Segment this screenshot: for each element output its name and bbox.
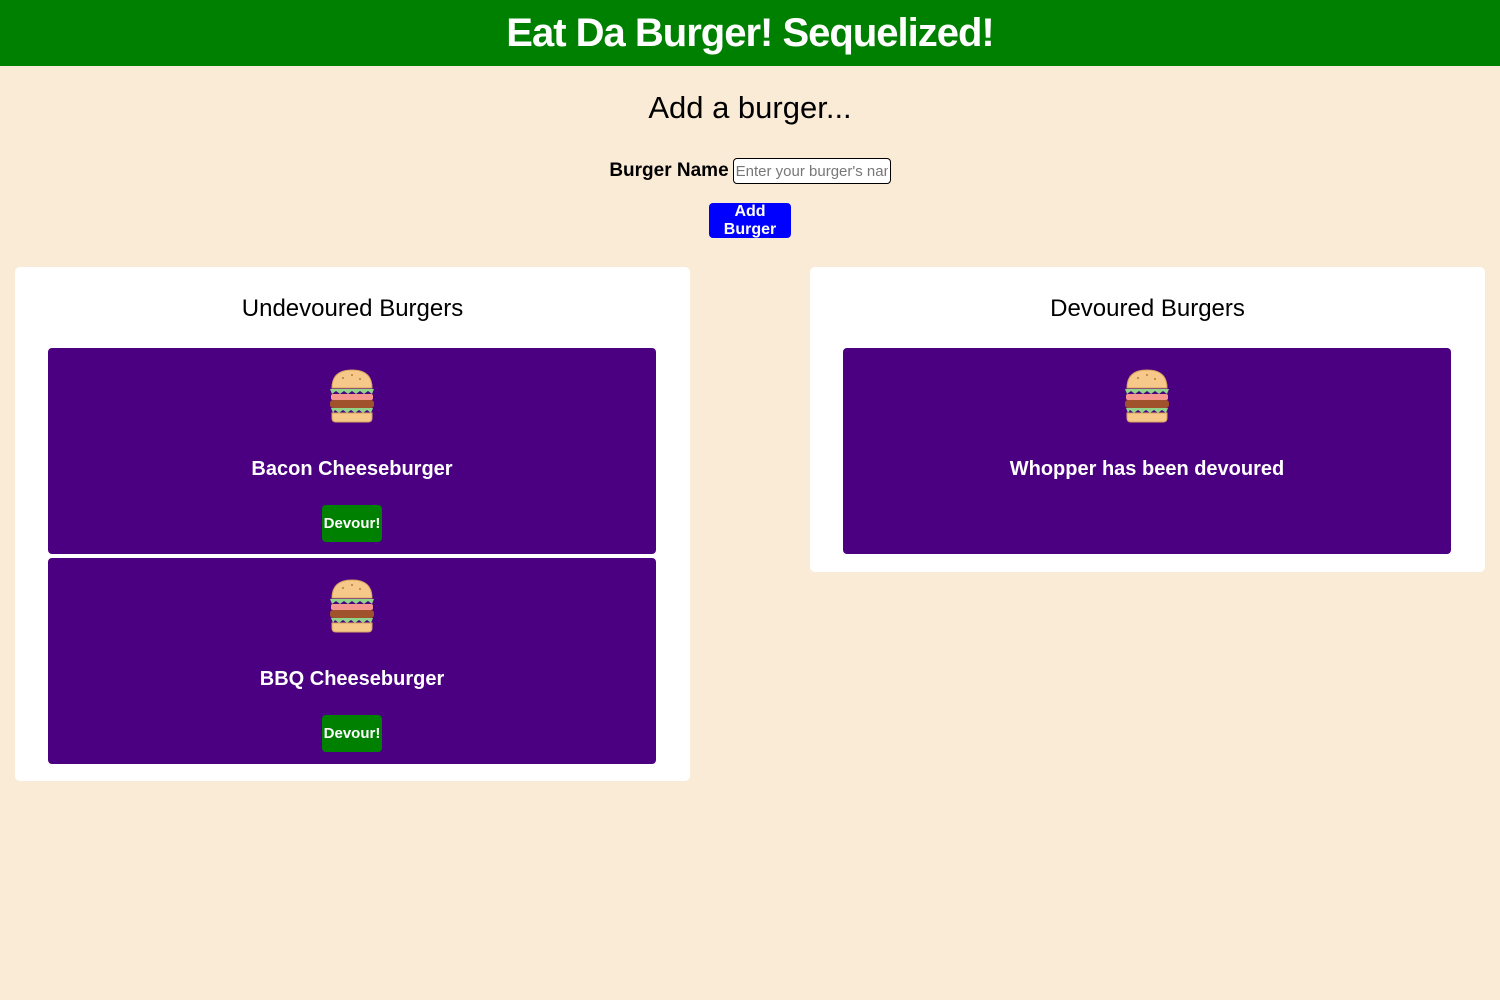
burger-icon: [1125, 369, 1169, 423]
add-burger-form: Burger Name: [0, 158, 1500, 184]
burger-icon: [330, 369, 374, 423]
burger-name: Bacon Cheeseburger: [251, 458, 453, 480]
burger-card: Bacon Cheeseburger Devour!: [48, 348, 656, 554]
burger-name: BBQ Cheeseburger: [259, 668, 445, 690]
burger-icon: [330, 579, 374, 633]
undevoured-panel: Undevoured Burgers Bacon Cheeseburger De…: [15, 267, 690, 781]
burger-card: Whopper has been devoured: [843, 348, 1451, 554]
add-burger-heading: Add a burger...: [648, 90, 852, 125]
devour-button[interactable]: Devour!: [322, 505, 382, 542]
undevoured-title: Undevoured Burgers: [241, 295, 464, 322]
burger-card: BBQ Cheeseburger Devour!: [48, 558, 656, 764]
app-title: Eat Da Burger! Sequelized!: [506, 11, 994, 55]
burger-name: Whopper has been devoured: [1009, 458, 1285, 480]
burger-name-label: Burger Name: [609, 160, 729, 181]
burger-name-input[interactable]: [732, 158, 891, 184]
devoured-title: Devoured Burgers: [1050, 295, 1245, 322]
app-header: Eat Da Burger! Sequelized!: [0, 0, 1500, 66]
devour-button[interactable]: Devour!: [322, 715, 382, 752]
add-burger-button[interactable]: Add Burger: [709, 203, 791, 238]
devoured-panel: Devoured Burgers Whopper has been devour…: [810, 267, 1485, 572]
